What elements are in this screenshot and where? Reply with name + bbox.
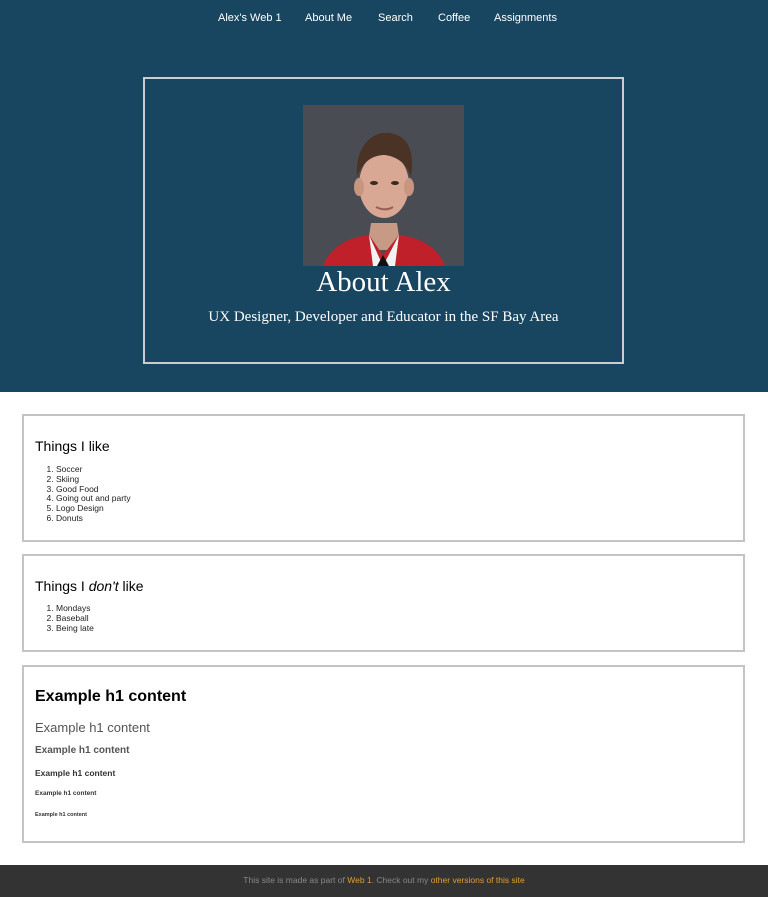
other-versions-link[interactable]: other versions of this site [431, 875, 525, 885]
heading-text: like [118, 578, 144, 594]
footer-text-part: This site is made as part of [243, 875, 348, 885]
example-h3: Example h1 content [35, 745, 130, 756]
example-h4: Example h1 content [35, 768, 116, 778]
things-i-dont-like-heading: Things I don't like [35, 578, 144, 594]
things-i-dont-like-card: Things I don't like Mondays Baseball Bei… [22, 554, 745, 652]
nav-item-coffee[interactable]: Coffee [438, 12, 470, 24]
things-i-like-card: Things I like Soccer Skiing Good Food Go… [22, 414, 745, 542]
hero-title: About Alex [316, 266, 451, 298]
footer-text: This site is made as part of Web 1. Chec… [0, 875, 768, 885]
nav-item-assignments[interactable]: Assignments [494, 12, 557, 24]
nav-item-search[interactable]: Search [378, 12, 413, 24]
list-item: Being late [56, 623, 94, 634]
top-nav: Alex's Web 1 About Me Search Coffee Assi… [0, 0, 768, 36]
profile-photo-graphic [303, 105, 464, 266]
heading-text: Things I [35, 578, 89, 594]
example-h5: Example h1 content [35, 790, 97, 797]
web1-link[interactable]: Web 1 [347, 875, 371, 885]
heading-examples-card: Example h1 content Example h1 content Ex… [22, 665, 745, 843]
footer-text-part: . Check out my [371, 875, 431, 885]
hero-subtitle: UX Designer, Developer and Educator in t… [208, 309, 559, 325]
example-h2: Example h1 content [35, 720, 150, 735]
things-i-dont-like-list: Mondays Baseball Being late [35, 603, 94, 634]
nav-item-home[interactable]: Alex's Web 1 [218, 12, 282, 24]
heading-emphasis: don't [88, 578, 119, 594]
example-h1: Example h1 content [35, 688, 187, 705]
example-h6: Example h1 content [35, 812, 87, 818]
list-item: Donuts [56, 513, 131, 524]
things-i-like-list: Soccer Skiing Good Food Going out and pa… [35, 464, 131, 524]
things-i-like-heading: Things I like [35, 438, 110, 454]
page-header: Alex's Web 1 About Me Search Coffee Assi… [0, 0, 768, 392]
profile-photo [303, 105, 464, 266]
nav-item-about-me[interactable]: About Me [305, 12, 352, 24]
page-footer: This site is made as part of Web 1. Chec… [0, 865, 768, 897]
